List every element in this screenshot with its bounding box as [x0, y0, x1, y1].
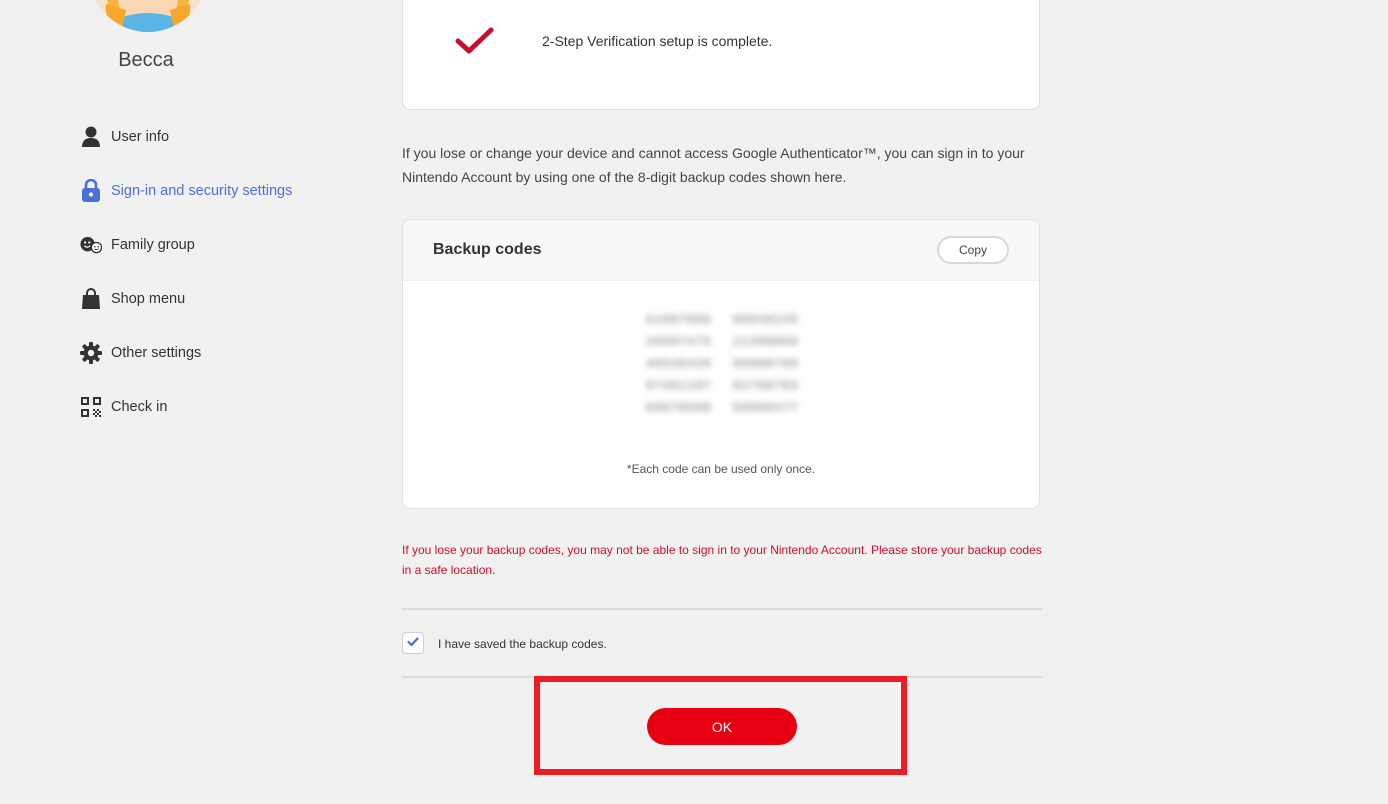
sidebar-item-user-info[interactable]: User info: [80, 110, 292, 164]
gear-icon: [80, 342, 102, 364]
checkmark-icon: [455, 27, 495, 62]
backup-code: 99900760: [733, 357, 799, 371]
sidebar-item-label: User info: [111, 129, 170, 145]
backup-code: 60676580: [646, 401, 712, 415]
username: Becca: [118, 49, 174, 71]
divider: [402, 608, 1042, 610]
copy-button[interactable]: Copy: [937, 236, 1009, 264]
lock-icon: [80, 179, 102, 202]
backup-code: 50906477: [733, 401, 799, 415]
shopping-bag-icon: [80, 288, 102, 310]
backup-codes-title: Backup codes: [433, 241, 542, 258]
backup-codes-card: Backup codes Copy 51687686 06940235 2650…: [402, 219, 1040, 509]
avatar: [86, 0, 210, 32]
qr-code-icon: [80, 396, 102, 418]
sidebar-item-label: Family group: [111, 237, 195, 253]
sidebar-nav: User info Sign-in and security settings …: [80, 110, 292, 434]
sidebar-item-sign-in-security[interactable]: Sign-in and security settings: [80, 164, 292, 218]
sidebar-item-label: Shop menu: [111, 291, 186, 307]
backup-codes-list: 51687686 06940235 26507475 21308860 4653…: [646, 312, 803, 416]
saved-codes-label[interactable]: I have saved the backup codes.: [438, 637, 607, 651]
sidebar-item-check-in[interactable]: Check in: [80, 380, 292, 434]
backup-codes-header: Backup codes Copy: [403, 220, 1039, 281]
sidebar-item-shop-menu[interactable]: Shop menu: [80, 272, 292, 326]
sidebar-item-label: Other settings: [111, 345, 202, 361]
backup-code: 26507475: [646, 335, 712, 349]
backup-warning-text: If you lose your backup codes, you may n…: [402, 543, 1042, 577]
backup-codes-note: *Each code can be used only once.: [626, 462, 816, 476]
backup-code: 51687686: [646, 313, 712, 327]
setup-complete-message: 2-Step Verification setup is complete.: [542, 33, 773, 49]
setup-complete-card: 2-Step Verification setup is complete.: [402, 0, 1040, 110]
sidebar-item-other-settings[interactable]: Other settings: [80, 326, 292, 380]
sidebar-item-label: Sign-in and security settings: [111, 183, 293, 199]
person-icon: [80, 126, 102, 148]
backup-code: 62708783: [733, 379, 799, 393]
ok-button[interactable]: OK: [647, 708, 797, 745]
backup-code: 46536420: [646, 357, 712, 371]
sidebar-item-label: Check in: [111, 399, 168, 415]
backup-code: 97461107: [646, 379, 712, 393]
backup-code: 06940235: [733, 313, 799, 327]
checkmark-icon: [407, 634, 419, 652]
backup-info-text: If you lose or change your device and ca…: [402, 145, 1025, 185]
backup-code: 21308860: [733, 335, 799, 349]
saved-codes-checkbox[interactable]: [402, 632, 424, 654]
sidebar-item-family-group[interactable]: Family group: [80, 218, 292, 272]
family-icon: [80, 234, 102, 256]
